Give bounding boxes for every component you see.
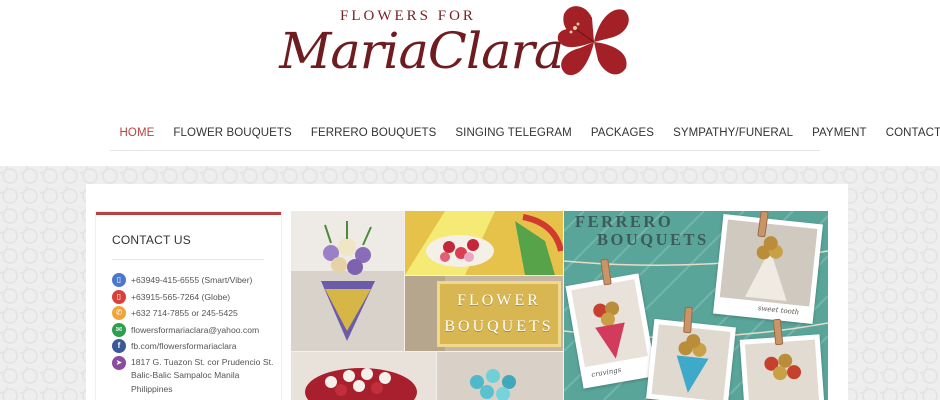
nav-item-contact-us[interactable]: CONTACT US <box>876 127 940 139</box>
contact-address[interactable]: ➤ 1817 G. Tuazon St. cor Prudencio St. B… <box>112 355 277 397</box>
contact-text: +63915-565-7264 (Globe) <box>131 291 231 302</box>
contact-widget: CONTACT US ▯ +63949-415-6555 (Smart/Vibe… <box>96 212 281 400</box>
banner-text: FLOWER <box>457 292 541 309</box>
envelope-icon: ✉ <box>112 322 126 337</box>
contact-text: +63949-415-6555 (Smart/Viber) <box>131 275 253 285</box>
bouquet-photo <box>437 352 563 400</box>
mobile-phone-icon: ▯ <box>112 273 126 287</box>
mobile-phone-icon: ▯ <box>112 289 126 304</box>
contact-text: fb.com/flowersformariaclara <box>131 341 237 351</box>
contact-smart[interactable]: ▯ +63949-415-6555 (Smart/Viber) <box>112 273 277 290</box>
main-nav: HOME FLOWER BOUQUETS FERRERO BOUQUETS SI… <box>110 115 940 151</box>
facebook-icon: f <box>112 339 126 353</box>
nav-item-sympathy-funeral[interactable]: SYMPATHY/FUNERAL <box>664 127 803 139</box>
nav-item-packages[interactable]: PACKAGES <box>581 127 663 139</box>
contact-text: 1817 G. Tuazon St. cor Prudencio St. Bal… <box>131 356 274 394</box>
contact-list: ▯ +63949-415-6555 (Smart/Viber) ▯ +63915… <box>112 273 277 396</box>
nav-item-home[interactable]: HOME <box>110 127 164 139</box>
widget-title: CONTACT US <box>112 233 191 247</box>
location-arrow-icon: ➤ <box>112 355 126 370</box>
ferrero-title: FERRERO BOUQUETS <box>575 213 709 249</box>
phone-icon: ✆ <box>112 306 126 320</box>
nav-item-flower-bouquets[interactable]: FLOWER BOUQUETS <box>164 127 301 139</box>
contact-text: +632 714-7855 or 245-5425 <box>131 308 238 318</box>
contact-globe[interactable]: ▯ +63915-565-7264 (Globe) <box>112 289 277 307</box>
banner-text: FERRERO <box>575 212 674 231</box>
ferrero-bouquets-banner: FERRERO BOUQUETS sweet tooth cravings <box>564 211 828 400</box>
contact-landline[interactable]: ✆ +632 714-7855 or 245-5425 <box>112 306 277 323</box>
hibiscus-flower-icon <box>557 6 629 76</box>
nav-item-singing-telegram[interactable]: SINGING TELEGRAM <box>446 127 581 139</box>
divider <box>112 259 264 260</box>
flower-bouquets-label: FLOWER BOUQUETS <box>437 281 561 347</box>
hero-banner[interactable]: FLOWER BOUQUETS FERRERO BOUQUETS sweet t… <box>291 211 828 400</box>
contact-text: flowersformariaclara@yahoo.com <box>131 324 260 335</box>
bouquet-photo <box>291 211 404 351</box>
bouquet-photo <box>405 211 563 275</box>
contact-facebook[interactable]: f fb.com/flowersformariaclara <box>112 339 277 356</box>
site-logo[interactable]: FLOWERS FOR MariaClara <box>278 0 658 95</box>
contact-email[interactable]: ✉ flowersformariaclara@yahoo.com <box>112 322 277 340</box>
banner-text: BOUQUETS <box>597 230 709 249</box>
logo-wordmark: MariaClara <box>279 22 564 80</box>
banner-text: BOUQUETS <box>444 318 554 335</box>
nav-item-ferrero-bouquets[interactable]: FERRERO BOUQUETS <box>301 127 446 139</box>
nav-item-payment[interactable]: PAYMENT <box>803 127 877 139</box>
photo-card: sweet tooth <box>713 214 823 324</box>
bouquet-photo <box>291 352 436 400</box>
